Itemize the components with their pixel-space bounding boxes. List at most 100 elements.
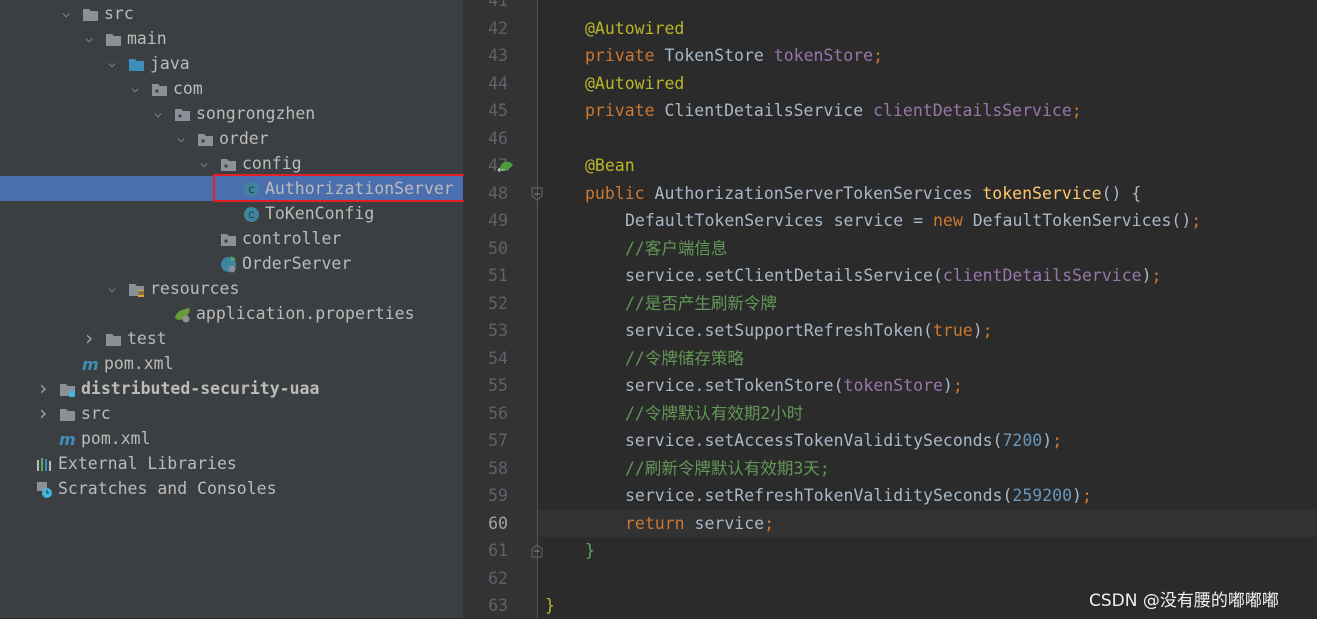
tree-item-label: application.properties <box>196 304 415 323</box>
code-token: ; <box>982 321 993 340</box>
chevron-right-icon[interactable]: › <box>36 376 50 401</box>
code-line[interactable]: return service; <box>538 509 1317 537</box>
code-token: DefaultTokenServices() <box>972 211 1192 230</box>
chevron-down-icon[interactable]: ⌵ <box>174 126 188 151</box>
tree-item-com[interactable]: ⌵ com <box>0 76 463 101</box>
code-token: //令牌默认有效期2小时 <box>625 403 804 423</box>
code-line[interactable]: public AuthorizationServerTokenServices … <box>538 180 1317 207</box>
code-line[interactable]: service.setSupportRefreshToken(true); <box>538 317 1317 344</box>
code-line[interactable] <box>538 125 1317 152</box>
code-line[interactable]: private ClientDetailsService clientDetai… <box>538 97 1317 124</box>
line-number: 58 <box>488 458 508 478</box>
code-line[interactable]: private TokenStore tokenStore; <box>538 42 1317 69</box>
code-line[interactable]: service.setAccessTokenValiditySeconds(72… <box>538 427 1317 454</box>
spring-boot-class-icon <box>220 255 237 273</box>
chevron-down-icon[interactable]: ⌵ <box>151 101 165 126</box>
line-number: 50 <box>488 238 508 258</box>
code-token: public <box>585 183 655 203</box>
code-line[interactable]: DefaultTokenServices service = new Defau… <box>538 207 1317 234</box>
tree-item-label: Scratches and Consoles <box>58 479 277 498</box>
tree-item-controller[interactable]: controller <box>0 226 463 251</box>
code-token: clientDetailsService <box>942 266 1142 285</box>
chevron-down-icon[interactable]: ⌵ <box>105 51 119 76</box>
code-line[interactable]: @Autowired <box>538 70 1317 97</box>
code-line[interactable]: service.setClientDetailsService(clientDe… <box>538 262 1317 289</box>
code-token: true <box>932 321 973 340</box>
code-token: ) <box>1042 431 1053 450</box>
code-line[interactable]: @Bean <box>538 152 1317 179</box>
tree-item-label: pom.xml <box>104 354 174 373</box>
tree-item-resources[interactable]: ⌵ resources <box>0 276 463 301</box>
code-line[interactable]: } <box>538 537 1317 564</box>
line-number: 59 <box>488 486 508 505</box>
tree-item-main[interactable]: ⌵ main <box>0 26 463 51</box>
code-token: service.setSupportRefreshToken( <box>625 321 933 340</box>
line-number: 45 <box>488 101 508 120</box>
chevron-right-icon[interactable]: › <box>36 401 50 426</box>
code-editor[interactable]: @Autowired private TokenStore tokenStore;… <box>538 0 1317 618</box>
line-number: 43 <box>488 46 508 65</box>
code-token: service.setTokenStore( <box>625 376 844 395</box>
chevron-down-icon[interactable]: ⌵ <box>105 276 119 301</box>
tree-item-label: resources <box>150 279 240 298</box>
tree-item-src[interactable]: ⌵ src <box>0 1 463 26</box>
code-line[interactable]: //令牌默认有效期2小时 <box>538 400 1317 427</box>
code-token: tokenStore <box>773 46 874 65</box>
code-token: @Bean <box>585 156 635 175</box>
chevron-down-icon[interactable]: ⌵ <box>197 151 211 176</box>
code-token: ; <box>764 513 775 533</box>
tree-item-tokenconfig[interactable]: C ToKenConfig <box>0 201 463 226</box>
code-token: ; <box>1071 101 1082 120</box>
tree-item-external-libraries[interactable]: External Libraries <box>0 451 463 476</box>
code-token: @Autowired <box>585 18 685 38</box>
code-line[interactable]: @Autowired <box>538 15 1317 42</box>
tree-item-test[interactable]: › test <box>0 326 463 351</box>
line-number: 51 <box>488 266 508 285</box>
tree-item-src[interactable]: › src <box>0 401 463 426</box>
code-line[interactable] <box>538 0 1317 14</box>
package-icon <box>220 155 237 172</box>
tree-item-pom-xml[interactable]: m pom.xml <box>0 351 463 376</box>
source-folder-icon <box>128 55 145 72</box>
class-icon: C <box>243 205 260 222</box>
code-token: //是否产生刷新令牌 <box>625 293 777 313</box>
tree-item-label: controller <box>242 229 342 248</box>
project-tree[interactable]: ⌵ src ⌵ main ⌵ java ⌵ com ⌵ songrongzhen ⌵ order ⌵ co… <box>0 0 464 618</box>
tree-item-application-properties[interactable]: application.properties <box>0 301 463 326</box>
code-token: ) <box>1141 266 1152 285</box>
line-number: 55 <box>488 376 508 395</box>
line-number: 48 <box>488 183 508 203</box>
tree-item-java[interactable]: ⌵ java <box>0 51 463 76</box>
line-number: 49 <box>488 211 508 230</box>
tree-item-scratches-and-consoles[interactable]: Scratches and Consoles <box>0 476 463 501</box>
chevron-down-icon[interactable]: ⌵ <box>59 1 73 26</box>
spring-bean-gutter-icon[interactable] <box>497 157 515 174</box>
tree-item-songrongzhen[interactable]: ⌵ songrongzhen <box>0 101 463 126</box>
chevron-down-icon[interactable]: ⌵ <box>128 76 142 101</box>
code-line[interactable]: //客户端信息 <box>538 235 1317 262</box>
code-line[interactable]: //是否产生刷新令牌 <box>538 290 1317 317</box>
code-line[interactable]: //令牌储存策略 <box>538 345 1317 372</box>
code-token: ) <box>942 376 953 395</box>
code-token: //令牌储存策略 <box>625 348 744 368</box>
tree-item-label: order <box>219 129 269 148</box>
code-token: TokenStore <box>664 46 774 65</box>
tree-item-order[interactable]: ⌵ order <box>0 126 463 151</box>
code-line[interactable]: service.setRefreshTokenValiditySeconds(2… <box>538 482 1317 509</box>
chevron-down-icon[interactable]: ⌵ <box>82 26 96 51</box>
code-token: } <box>585 541 595 560</box>
code-token: DefaultTokenServices service = <box>625 211 933 230</box>
code-token: } <box>545 596 555 615</box>
package-icon <box>174 105 191 122</box>
chevron-right-icon[interactable]: › <box>82 326 96 351</box>
code-token: 259200 <box>1012 486 1073 505</box>
tree-item-config[interactable]: ⌵ config <box>0 151 463 176</box>
code-line[interactable]: //刷新令牌默认有效期3天; <box>538 455 1317 482</box>
tree-item-orderserver[interactable]: OrderServer <box>0 251 463 276</box>
tree-item-distributed-security-uaa[interactable]: › distributed-security-uaa <box>0 376 463 401</box>
line-number: 42 <box>488 18 508 38</box>
tree-item-pom-xml[interactable]: m pom.xml <box>0 426 463 451</box>
code-line[interactable]: service.setTokenStore(tokenStore); <box>538 372 1317 399</box>
tree-item-label: pom.xml <box>81 429 151 448</box>
maven-icon: m <box>82 355 99 374</box>
